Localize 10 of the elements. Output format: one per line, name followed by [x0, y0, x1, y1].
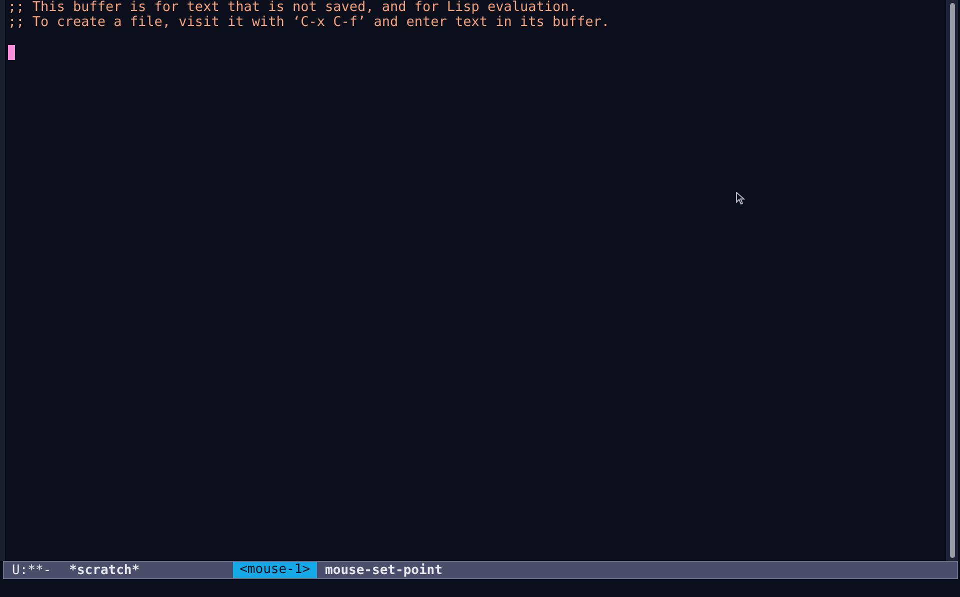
comment-line: ;; This buffer is for text that is not saved, and for Lisp evaluation. [8, 0, 578, 15]
text-cursor [8, 45, 15, 60]
text-buffer[interactable]: ;; This buffer is for text that is not saved, and for Lisp evaluation. ;; To create a file, visit it with ‘C-x C-f’ and enter text in its buffer. [5, 0, 946, 561]
command-name: mouse-set-point [325, 562, 442, 578]
scrollbar[interactable] [946, 0, 958, 561]
buffer-name: *scratch* [69, 562, 140, 578]
mouse-pointer-icon [736, 192, 745, 205]
comment-line: ;; To create a file, visit it with ‘C-x C-f’ and enter text in its buffer. [8, 15, 610, 30]
buffer-status: U:**- [12, 562, 52, 578]
key-binding: <mouse-1> [232, 562, 318, 578]
